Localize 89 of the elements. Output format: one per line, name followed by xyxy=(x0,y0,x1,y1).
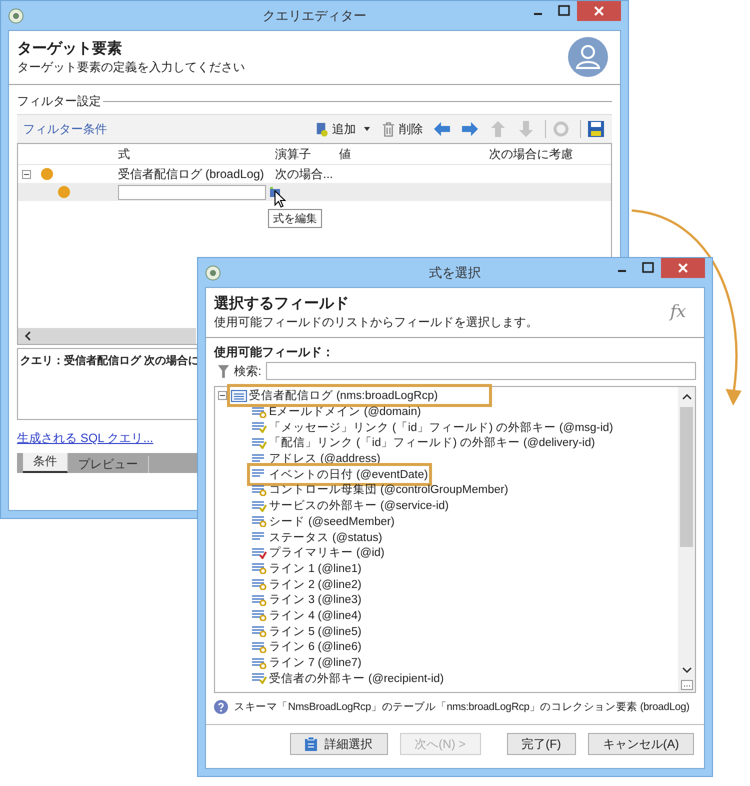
tree-item[interactable]: ライン 6 (@line6) xyxy=(251,639,362,654)
expression-field[interactable] xyxy=(118,184,266,200)
scrollbar-thumb[interactable] xyxy=(680,407,693,547)
group-label: フィルター設定 xyxy=(17,93,101,110)
tree-item[interactable]: アドレス (@address) xyxy=(251,451,380,466)
horizontal-scrollbar[interactable] xyxy=(18,328,196,344)
scroll-up-icon[interactable] xyxy=(682,393,692,401)
dialog-button[interactable]: キャンセル(A) xyxy=(588,733,694,755)
trash-icon xyxy=(381,122,396,136)
left-arrow-icon[interactable] xyxy=(433,120,451,138)
more-icon[interactable] xyxy=(680,680,692,690)
scroll-left-icon[interactable] xyxy=(24,331,32,341)
tree-item[interactable]: 受信者の外部キー (@recipient-id) xyxy=(251,670,444,686)
field-icon xyxy=(251,562,267,574)
search-field[interactable] xyxy=(266,362,696,380)
app-icon xyxy=(8,8,24,24)
app-icon xyxy=(205,264,221,280)
add-icon xyxy=(314,122,329,136)
tree-item[interactable]: ライン 4 (@line4) xyxy=(251,608,362,623)
tab[interactable]: プレビュー xyxy=(68,456,149,473)
info-text: スキーマ「NmsBroadLogRcp」のテーブル「nms:broadLogRcp」のコレクション要素 (broadLog) xyxy=(234,700,690,714)
cursor-icon xyxy=(274,190,286,208)
table-row[interactable]: 受信者配信ログ (broadLog) 次の場合... xyxy=(18,165,611,183)
field-icon xyxy=(251,640,267,653)
user-icon xyxy=(568,37,608,77)
field-icon xyxy=(251,484,267,496)
delete-button[interactable]: 削除 xyxy=(378,120,426,138)
fields-label: 使用可能フィールド： xyxy=(214,344,335,360)
tree-item[interactable]: 受信者配信ログ (nms:broadLogRcp) xyxy=(231,388,488,404)
tree-item[interactable]: Eメールドメイン (@domain) xyxy=(251,404,421,420)
dialog-button[interactable]: 完了(F) xyxy=(506,733,576,755)
table-cell-text: 受信者配信ログ (broadLog) xyxy=(118,166,266,182)
tree-item[interactable]: シード (@seedMember) xyxy=(251,514,395,529)
filter-icon xyxy=(218,364,229,378)
header-title: ターゲット要素 xyxy=(17,39,123,59)
tree-item[interactable]: サービスの外部キー (@service-id) xyxy=(251,498,449,514)
column-header: 値 xyxy=(339,146,352,162)
tree-item[interactable]: ライン 1 (@line1) xyxy=(251,560,362,576)
field-icon xyxy=(251,594,267,606)
tree-item[interactable]: ライン 5 (@line5) xyxy=(251,624,362,639)
collapse-icon[interactable] xyxy=(218,391,227,400)
tree-item[interactable]: 「メッセージ」リンク (「id」フィールド) の外部キー (@msg-id) xyxy=(251,420,614,435)
sql-query-link[interactable]: 生成される SQL クエリ... xyxy=(17,430,154,447)
tree-item[interactable]: コントロール母集団 (@controlGroupMember) xyxy=(251,482,508,498)
scroll-down-icon[interactable] xyxy=(682,666,692,674)
tree-item[interactable]: イベントの日付 (@eventDate) xyxy=(251,466,428,482)
column-header: 式 xyxy=(118,146,131,162)
header-title: 選択するフィールド xyxy=(214,294,350,314)
field-icon xyxy=(251,656,267,669)
header-subtitle: 使用可能フィールドのリストからフィールドを選択します。 xyxy=(214,314,539,330)
field-icon xyxy=(251,436,267,449)
field-icon xyxy=(251,546,267,559)
tree-item[interactable]: ライン 2 (@line2) xyxy=(251,576,362,592)
add-button[interactable]: 追加 xyxy=(311,120,374,138)
field-icon xyxy=(251,515,267,528)
tree-item[interactable]: ライン 3 (@line3) xyxy=(251,592,362,608)
field-icon xyxy=(251,609,267,622)
field-icon xyxy=(251,578,267,590)
search-label: 検索: xyxy=(234,362,262,380)
function-icon: fx xyxy=(670,302,686,322)
advanced-selection-button[interactable]: 詳細選択 xyxy=(290,733,388,755)
right-arrow-icon[interactable] xyxy=(461,120,479,138)
tree-item[interactable]: ステータス (@status) xyxy=(251,530,382,545)
save-icon[interactable] xyxy=(580,120,605,138)
window-title: クエリエディター xyxy=(262,6,366,24)
field-icon xyxy=(251,406,267,418)
window-title: 式を選択 xyxy=(429,264,481,282)
field-icon xyxy=(251,500,267,512)
tooltip: 式を編集 xyxy=(268,209,322,228)
filter-conditions-link[interactable]: フィルター条件 xyxy=(23,120,107,138)
field-icon xyxy=(251,672,267,684)
vertical-scrollbar[interactable] xyxy=(678,387,695,692)
clipboard-icon xyxy=(304,737,317,751)
close-icon[interactable] xyxy=(661,258,705,278)
tree-item[interactable]: 「配信」リンク (「id」フィールド) の外部キー (@delivery-id) xyxy=(251,435,595,450)
field-icon xyxy=(251,625,267,638)
tree-item[interactable]: ライン 7 (@line7) xyxy=(251,655,362,670)
collapse-icon[interactable] xyxy=(22,170,31,178)
column-header: 次の場合に考慮 xyxy=(489,146,574,162)
column-header: 演算子 xyxy=(275,146,312,162)
header-subtitle: ターゲット要素の定義を入力してください xyxy=(17,59,246,75)
table-icon xyxy=(231,390,247,402)
close-icon[interactable] xyxy=(577,1,621,21)
caret-icon[interactable] xyxy=(363,125,371,133)
field-icon xyxy=(251,421,267,434)
tab[interactable]: 条件 xyxy=(23,453,68,473)
table-cell-text: 次の場合... xyxy=(275,166,334,182)
tree-item[interactable]: プライマリキー (@id) xyxy=(251,545,384,560)
help-icon xyxy=(214,700,228,714)
